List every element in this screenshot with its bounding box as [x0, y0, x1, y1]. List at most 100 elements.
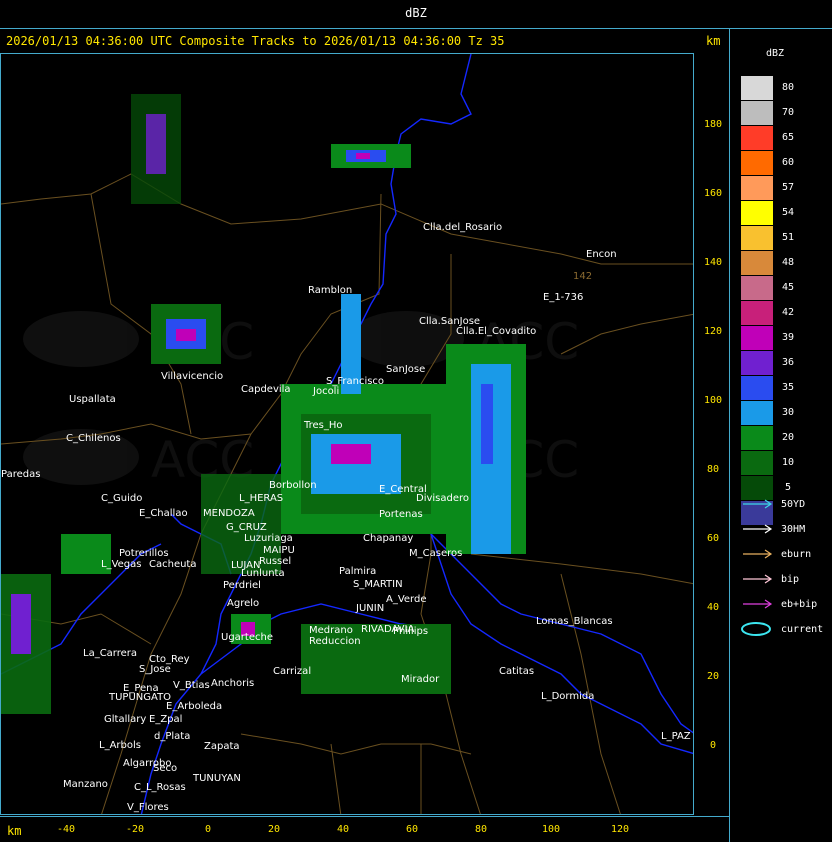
legend-title: dBZ — [766, 48, 785, 59]
x-tick-label: -20 — [125, 824, 145, 835]
place-label: La_Carrera — [83, 648, 137, 659]
place-label: Capdevila — [241, 384, 291, 395]
y-tick-label: 60 — [706, 533, 720, 544]
place-label: 142 — [573, 271, 592, 282]
place-label: Perdriel — [223, 580, 261, 591]
track-arrow-icon — [743, 524, 773, 534]
legend-swatch — [741, 76, 773, 100]
place-label: TUNUYAN — [192, 773, 241, 784]
place-label: C_L_Rosas — [134, 782, 186, 793]
legend-swatch — [741, 251, 773, 275]
place-label: Chapanay — [363, 533, 413, 544]
legend-swatch — [741, 351, 773, 375]
y-tick-label: 20 — [706, 671, 720, 682]
legend-swatch — [741, 226, 773, 250]
place-label: JUNIN — [355, 603, 384, 614]
track-arrow-icon — [743, 599, 773, 609]
track-legend-item: bip — [741, 572, 799, 586]
track-legend-item: eb+bip — [741, 597, 817, 611]
legend-swatch-label: 48 — [781, 257, 795, 268]
timestamp-header: 2026/01/13 04:36:00 UTC Composite Tracks… — [6, 34, 505, 48]
place-label: Zapata — [204, 741, 240, 752]
place-label: Paredas — [1, 469, 40, 480]
place-label: G_CRUZ — [226, 522, 267, 533]
legend-swatch — [741, 176, 773, 200]
legend-swatch-label: 35 — [781, 382, 795, 393]
legend-swatch — [741, 151, 773, 175]
x-tick-label: 20 — [267, 824, 281, 835]
radar-map-canvas[interactable]: ACC ACC ACC ACC — [1, 54, 694, 815]
place-label: Lomas_Blancas — [536, 616, 613, 627]
place-label: TUPUNGATO — [108, 692, 171, 703]
y-tick-label: 180 — [703, 119, 723, 130]
place-label: Reduccion — [309, 636, 361, 647]
track-legend-label: 30HM — [775, 524, 806, 535]
place-label: Borbollon — [269, 480, 317, 491]
place-label: M_Caseros — [409, 548, 462, 559]
legend-swatch-label: 20 — [781, 432, 795, 443]
radar-map[interactable]: ACC ACC ACC ACC — [0, 53, 694, 815]
place-label: Clla.El_Covadito — [456, 326, 536, 337]
place-label: S_Jose — [139, 664, 171, 675]
place-label: Anchoris — [211, 678, 254, 689]
place-label: V_Flores — [127, 802, 169, 813]
place-label: Agrelo — [227, 598, 259, 609]
km-unit-top: km — [706, 34, 721, 48]
place-label: E_1-736 — [543, 292, 583, 303]
x-tick-label: 120 — [610, 824, 630, 835]
legend-swatch — [741, 301, 773, 325]
legend-swatch — [741, 326, 773, 350]
track-arrow-icon — [743, 549, 773, 559]
track-legend-label: 50YD — [775, 499, 806, 510]
place-label: C_Chilenos — [66, 433, 121, 444]
x-tick-label: 80 — [474, 824, 488, 835]
place-label: Divisadero — [416, 493, 469, 504]
x-tick-label: -40 — [56, 824, 76, 835]
track-legend-item: 30HM — [741, 522, 805, 536]
track-legend-label: eb+bip — [775, 599, 818, 610]
place-label: L_Dormida — [541, 691, 594, 702]
legend-swatch — [741, 276, 773, 300]
legend-swatch-label: 45 — [781, 282, 795, 293]
place-label: Ramblon — [308, 285, 352, 296]
y-tick-label: 40 — [706, 602, 720, 613]
legend-swatch — [741, 376, 773, 400]
legend-swatch-label: 36 — [781, 357, 795, 368]
place-label: Seco — [153, 763, 177, 774]
legend-swatch — [741, 101, 773, 125]
place-label: Uspallata — [69, 394, 116, 405]
y-tick-label: 160 — [703, 188, 723, 199]
legend-swatch-label: 39 — [781, 332, 795, 343]
place-label: E_Arboleda — [166, 701, 222, 712]
x-tick-label: 60 — [405, 824, 419, 835]
place-label: C_Guido — [101, 493, 142, 504]
place-label: V_Btias — [173, 680, 210, 691]
legend-swatch-label: 57 — [781, 182, 795, 193]
place-label: SanJose — [386, 364, 425, 375]
place-label: Encon — [586, 249, 617, 260]
place-label: Luzuriaga — [244, 533, 293, 544]
place-label: Ugarteche — [221, 632, 273, 643]
place-label: Palmira — [339, 566, 376, 577]
place-label: Catitas — [499, 666, 534, 677]
place-label: E_Challao — [139, 508, 188, 519]
place-label: MENDOZA — [203, 508, 255, 519]
track-legend-label: bip — [775, 574, 800, 585]
legend-swatch-label: 42 — [781, 307, 795, 318]
place-label: Carrizal — [273, 666, 311, 677]
place-label: d_Plata — [154, 731, 190, 742]
place-label: Gltallary — [104, 714, 146, 725]
place-label: Clla.del_Rosario — [423, 222, 502, 233]
legend-swatch-label: 60 — [781, 157, 795, 168]
place-label: A_Verde — [386, 594, 427, 605]
place-label: Villavicencio — [161, 371, 223, 382]
place-label: Potrerillos — [119, 548, 169, 559]
legend-swatch — [741, 426, 773, 450]
legend-swatch — [741, 201, 773, 225]
bottom-axis-divider — [0, 816, 729, 817]
track-legend-label: current — [775, 624, 824, 635]
app-title: dBZ — [405, 6, 427, 20]
place-label: Phillips — [393, 626, 428, 637]
km-unit-bottom: km — [7, 824, 22, 838]
y-tick-label: 100 — [703, 395, 723, 406]
